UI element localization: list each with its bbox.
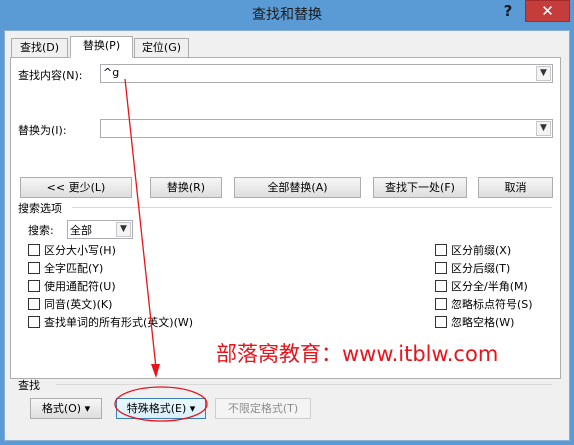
- replace-with-input[interactable]: ▼: [100, 119, 553, 138]
- close-button[interactable]: ✕: [525, 0, 570, 22]
- no-formatting-button: 不限定格式(T): [215, 398, 311, 419]
- match-suffix-checkbox[interactable]: 区分后缀(T): [435, 260, 560, 276]
- match-prefix-checkbox[interactable]: 区分前缀(X): [435, 242, 560, 258]
- find-what-input[interactable]: ^g ▼: [100, 64, 553, 83]
- tab-goto[interactable]: 定位(G): [134, 38, 189, 58]
- divider: [72, 207, 552, 208]
- replace-all-button[interactable]: 全部替换(A): [234, 177, 361, 198]
- checkbox-label: 查找单词的所有形式(英文)(W): [44, 316, 194, 329]
- checkbox-label: 区分大小写(H): [44, 244, 116, 257]
- divider: [56, 384, 552, 385]
- checkbox-label: 全字匹配(Y): [44, 262, 104, 275]
- tab-panel: [10, 57, 561, 379]
- match-width-checkbox[interactable]: 区分全/半角(M): [435, 278, 560, 294]
- checkbox-box[interactable]: [435, 298, 447, 310]
- help-button[interactable]: ?: [494, 0, 522, 24]
- whole-word-checkbox[interactable]: 全字匹配(Y): [28, 260, 228, 276]
- checkbox-box[interactable]: [28, 316, 40, 328]
- search-options-title: 搜索选项: [18, 202, 62, 215]
- search-direction-select[interactable]: 全部 ▼: [67, 220, 133, 239]
- format-button[interactable]: 格式(O) ▾: [30, 398, 102, 419]
- wildcards-checkbox[interactable]: 使用通配符(U): [28, 278, 228, 294]
- chevron-down-icon[interactable]: ▼: [536, 66, 551, 81]
- checkbox-label: 同音(英文)(K): [44, 298, 113, 311]
- watermark-text: 部落窝教育：www.itblw.com: [216, 342, 499, 366]
- left-options: 区分大小写(H) 全字匹配(Y) 使用通配符(U) 同音(英文)(K) 查找单词…: [28, 242, 228, 330]
- checkbox-box[interactable]: [28, 244, 40, 256]
- checkbox-box[interactable]: [435, 280, 447, 292]
- find-section-title: 查找: [18, 379, 40, 392]
- search-direction-value: 全部: [70, 224, 92, 237]
- right-options: 区分前缀(X) 区分后缀(T) 区分全/半角(M) 忽略标点符号(S) 忽略空格…: [435, 242, 560, 330]
- checkbox-box[interactable]: [28, 280, 40, 292]
- checkbox-label: 忽略标点符号(S): [451, 298, 533, 311]
- checkbox-box[interactable]: [435, 262, 447, 274]
- tab-replace[interactable]: 替换(P): [70, 36, 133, 58]
- checkbox-box[interactable]: [435, 244, 447, 256]
- replace-with-label: 替换为(I):: [18, 124, 67, 137]
- checkbox-box[interactable]: [28, 262, 40, 274]
- replace-button[interactable]: 替换(R): [150, 177, 222, 198]
- chevron-down-icon[interactable]: ▼: [536, 121, 551, 136]
- less-button[interactable]: << 更少(L): [20, 177, 132, 198]
- checkbox-box[interactable]: [28, 298, 40, 310]
- word-forms-checkbox[interactable]: 查找单词的所有形式(英文)(W): [28, 314, 228, 330]
- find-next-button[interactable]: 查找下一处(F): [373, 177, 467, 198]
- chevron-down-icon[interactable]: ▼: [116, 222, 131, 237]
- window-title: 查找和替换: [252, 7, 322, 23]
- find-what-value: ^g: [103, 66, 120, 79]
- checkbox-label: 区分后缀(T): [451, 262, 511, 275]
- find-what-label: 查找内容(N):: [18, 69, 83, 82]
- cancel-button[interactable]: 取消: [478, 177, 553, 198]
- checkbox-label: 区分全/半角(M): [451, 280, 528, 293]
- checkbox-label: 使用通配符(U): [44, 280, 116, 293]
- ignore-space-checkbox[interactable]: 忽略空格(W): [435, 314, 560, 330]
- tab-find[interactable]: 查找(D): [11, 38, 68, 58]
- checkbox-label: 区分前缀(X): [451, 244, 512, 257]
- special-button[interactable]: 特殊格式(E) ▾: [116, 398, 206, 419]
- checkbox-box[interactable]: [435, 316, 447, 328]
- ignore-punctuation-checkbox[interactable]: 忽略标点符号(S): [435, 296, 560, 312]
- sounds-like-checkbox[interactable]: 同音(英文)(K): [28, 296, 228, 312]
- checkbox-label: 忽略空格(W): [451, 316, 515, 329]
- match-case-checkbox[interactable]: 区分大小写(H): [28, 242, 228, 258]
- search-direction-label: 搜索:: [28, 224, 54, 237]
